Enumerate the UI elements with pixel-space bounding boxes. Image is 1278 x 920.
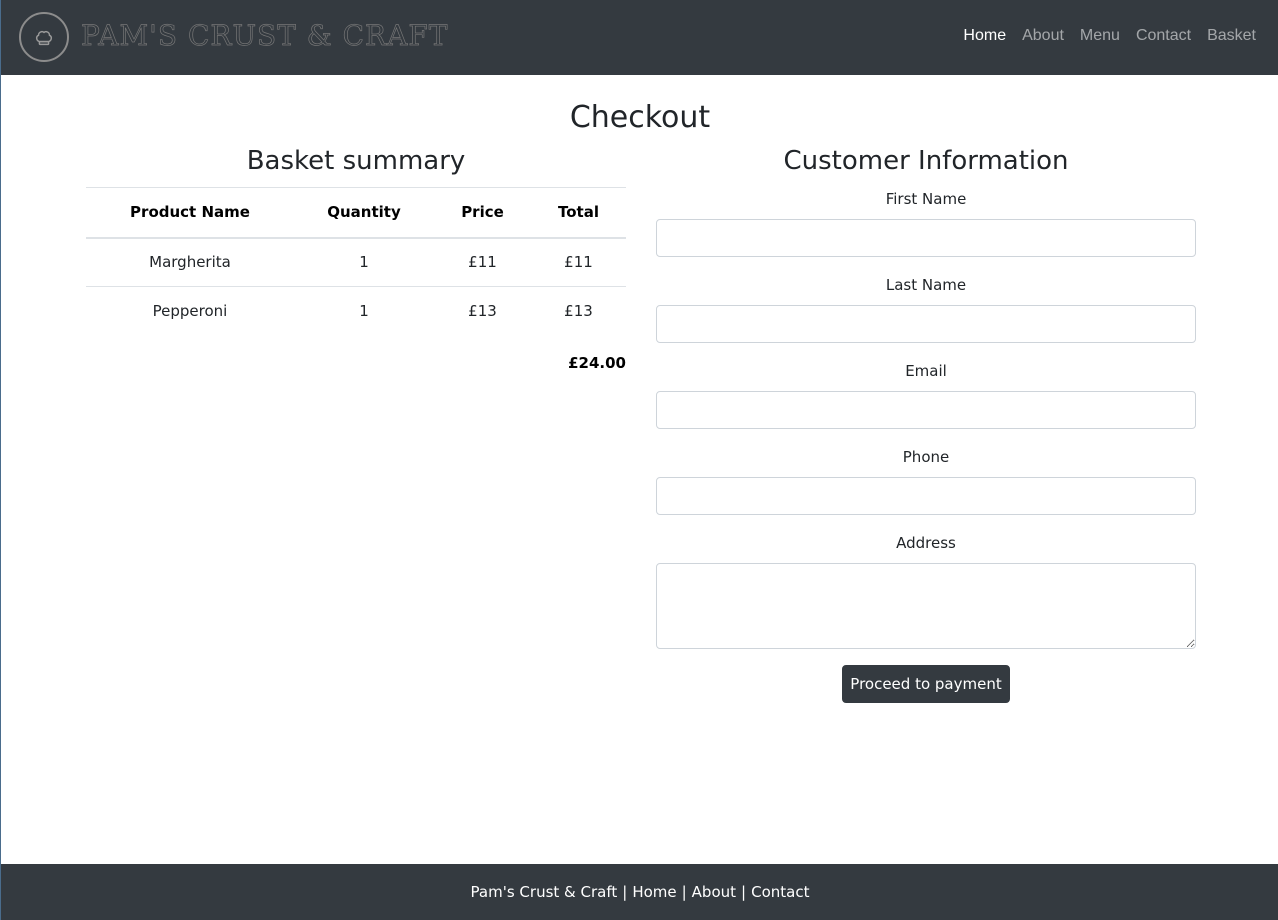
price-cell: £11 bbox=[434, 237, 531, 287]
logo[interactable] bbox=[19, 12, 69, 62]
table-header-row: Product Name Quantity Price Total bbox=[86, 187, 626, 239]
total-cell: £13 bbox=[564, 302, 593, 321]
footer: Pam's Crust & Craft | Home | About | Con… bbox=[1, 864, 1278, 920]
product-name-cell: Margherita bbox=[86, 237, 294, 287]
nav-link-home[interactable]: Home bbox=[963, 27, 1006, 45]
column-header-price: Price bbox=[434, 187, 531, 239]
nav-link-contact[interactable]: Contact bbox=[1136, 27, 1191, 45]
footer-brand: Pam's Crust & Craft bbox=[470, 883, 618, 901]
column-header-product-name: Product Name bbox=[86, 187, 294, 239]
footer-separator: | bbox=[622, 883, 628, 901]
customer-information-title: Customer Information bbox=[783, 146, 1069, 176]
product-name-cell: Pepperoni bbox=[152, 302, 228, 321]
price-cell: £13 bbox=[468, 302, 497, 321]
basket-table: Product Name Quantity Price Total Marghe… bbox=[86, 187, 626, 336]
nav-link-basket[interactable]: Basket bbox=[1207, 27, 1256, 45]
nav-link-about[interactable]: About bbox=[1022, 27, 1064, 45]
phone-label: Phone bbox=[902, 448, 950, 466]
footer-separator: | bbox=[741, 883, 747, 901]
proceed-to-payment-button[interactable]: Proceed to payment bbox=[842, 665, 1010, 703]
total-cell: £11 bbox=[531, 237, 626, 287]
column-header-total: Total bbox=[531, 187, 626, 239]
nav-links: Home About Menu Contact Basket bbox=[963, 27, 1256, 45]
navbar: PAM'S CRUST & CRAFT Home About Menu Cont… bbox=[1, 0, 1278, 75]
phone-input[interactable] bbox=[656, 477, 1196, 515]
address-label: Address bbox=[896, 534, 956, 552]
chef-hat-icon bbox=[35, 30, 53, 46]
first-name-label: First Name bbox=[885, 190, 967, 208]
footer-link-home[interactable]: Home bbox=[632, 883, 676, 901]
email-input[interactable] bbox=[656, 391, 1196, 429]
last-name-label: Last Name bbox=[885, 276, 967, 294]
table-row: Pepperoni 1 £13 £13 bbox=[86, 287, 626, 336]
footer-separator: | bbox=[681, 883, 687, 901]
footer-link-contact[interactable]: Contact bbox=[751, 883, 809, 901]
footer-link-about[interactable]: About bbox=[692, 883, 736, 901]
address-textarea[interactable] bbox=[656, 563, 1196, 649]
column-header-quantity: Quantity bbox=[294, 187, 434, 239]
page-title: Checkout bbox=[569, 100, 711, 135]
first-name-input[interactable] bbox=[656, 219, 1196, 257]
nav-link-menu[interactable]: Menu bbox=[1080, 27, 1120, 45]
email-label: Email bbox=[905, 362, 947, 380]
brand-name[interactable]: PAM'S CRUST & CRAFT bbox=[81, 19, 448, 53]
quantity-cell: 1 bbox=[294, 237, 434, 287]
basket-summary-title: Basket summary bbox=[246, 146, 466, 176]
last-name-input[interactable] bbox=[656, 305, 1196, 343]
basket-grand-total: £24.00 bbox=[568, 354, 626, 372]
table-row: Margherita 1 £11 £11 bbox=[86, 237, 626, 287]
quantity-cell: 1 bbox=[359, 302, 369, 321]
